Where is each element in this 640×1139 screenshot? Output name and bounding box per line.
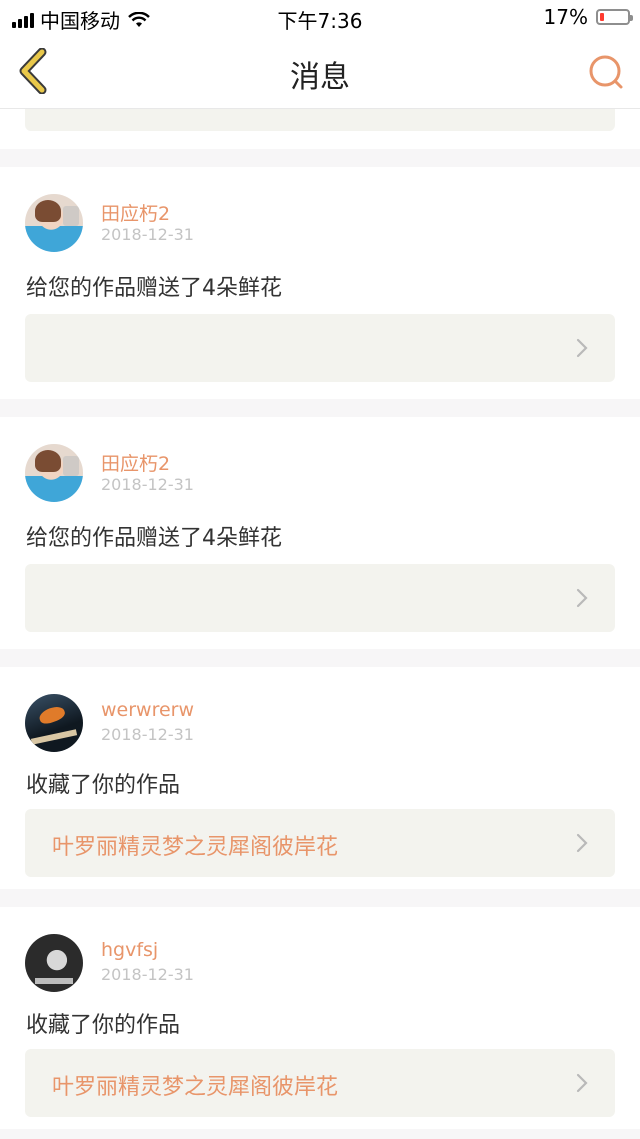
divider	[0, 399, 640, 417]
page-title: 消息	[290, 60, 350, 95]
username[interactable]: 田应朽2	[101, 449, 170, 476]
chevron-right-icon	[576, 338, 588, 358]
nav-bar: 消息	[0, 34, 640, 109]
message-text: 收藏了你的作品	[26, 1013, 181, 1038]
message-date: 2018-12-31	[101, 725, 194, 744]
work-link-box[interactable]: 叶罗丽精灵梦之灵犀阁彼岸花	[25, 1049, 615, 1117]
divider	[0, 889, 640, 907]
status-bar: 中国移动 下午7:36 17%	[0, 0, 640, 34]
work-title: 叶罗丽精灵梦之灵犀阁彼岸花	[52, 835, 339, 860]
battery-percent: 17%	[543, 5, 588, 29]
username[interactable]: 田应朽2	[101, 199, 170, 226]
chevron-right-icon	[576, 833, 588, 853]
status-right: 17%	[543, 5, 633, 29]
divider	[0, 149, 640, 167]
message-list: 田应朽2 2018-12-31 给您的作品赠送了4朵鲜花 田应朽2 2018-1…	[0, 109, 640, 1129]
work-box-partial[interactable]	[25, 109, 615, 131]
message-card: werwrerw 2018-12-31 收藏了你的作品 叶罗丽精灵梦之灵犀阁彼岸…	[0, 667, 640, 889]
search-button[interactable]	[586, 52, 626, 92]
message-card: 田应朽2 2018-12-31 给您的作品赠送了4朵鲜花	[0, 417, 640, 649]
work-title: 叶罗丽精灵梦之灵犀阁彼岸花	[52, 1075, 339, 1100]
message-text: 收藏了你的作品	[26, 773, 181, 798]
chevron-right-icon	[576, 588, 588, 608]
message-date: 2018-12-31	[101, 225, 194, 244]
battery-fill	[600, 13, 604, 21]
avatar[interactable]	[25, 194, 83, 252]
battery-icon	[596, 9, 633, 25]
search-icon	[589, 55, 623, 89]
work-link-box[interactable]	[25, 564, 615, 632]
message-text: 给您的作品赠送了4朵鲜花	[26, 526, 282, 551]
divider	[0, 649, 640, 667]
username[interactable]: werwrerw	[101, 699, 194, 721]
avatar[interactable]	[25, 444, 83, 502]
message-text: 给您的作品赠送了4朵鲜花	[26, 276, 282, 301]
work-link-box[interactable]: 叶罗丽精灵梦之灵犀阁彼岸花	[25, 809, 615, 877]
avatar[interactable]	[25, 694, 83, 752]
message-card: hgvfsj 2018-12-31 收藏了你的作品 叶罗丽精灵梦之灵犀阁彼岸花	[0, 907, 640, 1129]
message-card: 田应朽2 2018-12-31 给您的作品赠送了4朵鲜花	[0, 167, 640, 399]
work-link-box[interactable]	[25, 314, 615, 382]
message-card-partial	[0, 109, 640, 149]
chevron-right-icon	[576, 1073, 588, 1093]
message-date: 2018-12-31	[101, 475, 194, 494]
username[interactable]: hgvfsj	[101, 939, 158, 961]
message-date: 2018-12-31	[101, 965, 194, 984]
avatar[interactable]	[25, 934, 83, 992]
